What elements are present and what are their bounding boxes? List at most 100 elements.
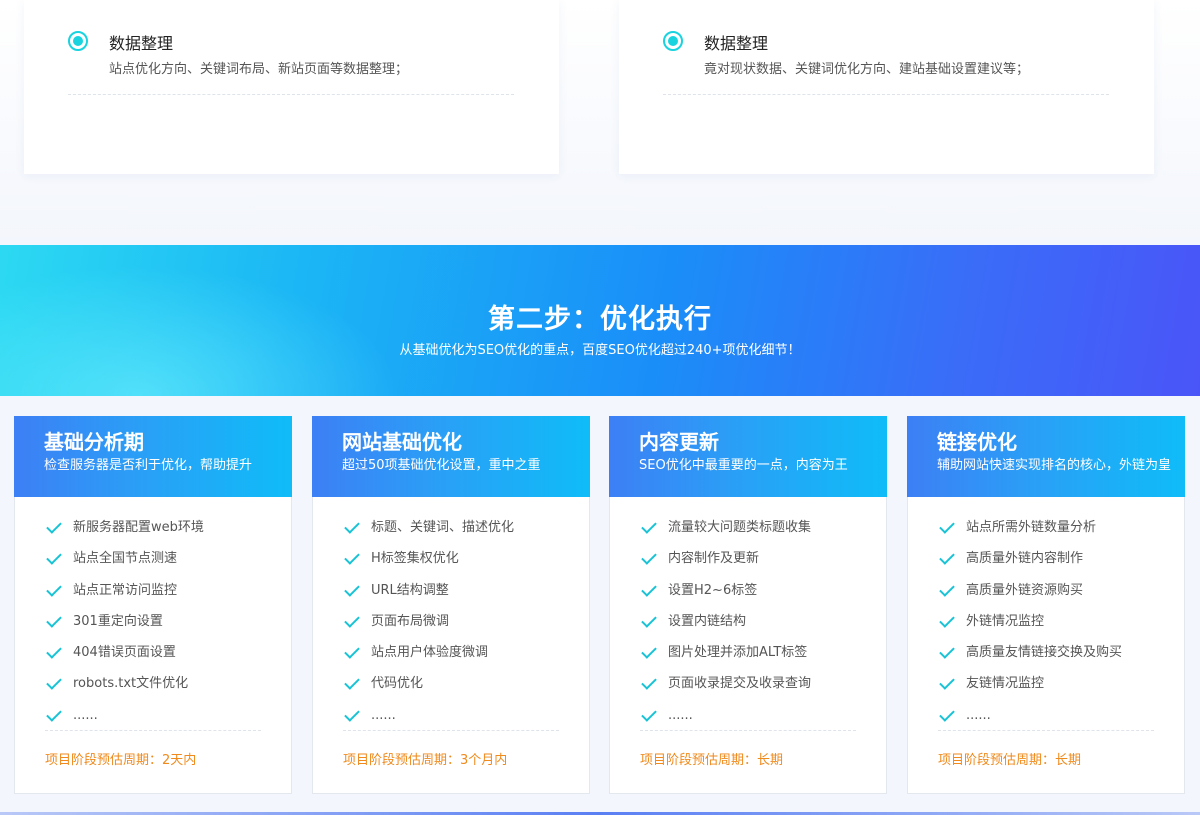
top-card-title: 数据整理 xyxy=(704,34,769,53)
list-item-label: ...... xyxy=(668,707,693,723)
radio-selected-icon xyxy=(663,31,683,51)
step-card-site-basic-optimization: 网站基础优化 超过50项基础优化设置，重中之重 标题、关键词、描述优化 H标签集… xyxy=(312,416,590,794)
step-card-basic-analysis: 基础分析期 检查服务器是否利于优化，帮助提升 新服务器配置web环境 站点全国节… xyxy=(14,416,292,794)
card-subtitle: 超过50项基础优化设置，重中之重 xyxy=(342,458,541,473)
list-item-label: 站点所需外链数量分析 xyxy=(966,520,1097,535)
list-item: 新服务器配置web环境 xyxy=(45,517,265,548)
check-icon xyxy=(46,674,62,691)
list-item-label: 高质量友情链接交换及购买 xyxy=(966,645,1123,661)
card-subtitle: 辅助网站快速实现排名的核心，外链为皇 xyxy=(937,458,1172,473)
top-card-desc: 站点优化方向、关键词布局、新站页面等数据整理； xyxy=(109,62,409,77)
list-item-label: 设置内链结构 xyxy=(668,613,747,629)
top-card-2: 数据整理 竟对现状数据、关键词优化方向、建站基础设置建议等； xyxy=(619,0,1154,174)
check-icon xyxy=(641,643,657,659)
list-item-label: 外链情况监控 xyxy=(966,613,1045,629)
list-item-label: 404错误页面设置 xyxy=(73,645,176,661)
card-period: 项目阶段预估周期：长期 xyxy=(938,753,1082,768)
check-icon xyxy=(939,674,955,691)
list-item: 外链情况监控 xyxy=(938,611,1158,642)
check-icon xyxy=(344,580,360,597)
check-icon xyxy=(939,580,955,597)
list-item: ...... xyxy=(938,705,1158,736)
list-item: 设置H2~6标签 xyxy=(640,580,860,611)
check-icon xyxy=(344,518,360,534)
list-item-label: 站点正常访问监控 xyxy=(73,582,178,598)
check-icon xyxy=(344,612,360,628)
top-card-desc: 竟对现状数据、关键词优化方向、建站基础设置建议等； xyxy=(704,62,1030,77)
list-item: 设置内链结构 xyxy=(640,611,860,642)
list-item: 图片处理并添加ALT标签 xyxy=(640,642,860,673)
list-item: 友链情况监控 xyxy=(938,673,1158,704)
check-icon xyxy=(46,643,62,659)
check-icon xyxy=(641,549,657,566)
card-title: 基础分析期 xyxy=(44,430,144,454)
card-header: 链接优化 辅助网站快速实现排名的核心，外链为皇 xyxy=(907,416,1185,497)
list-item: 高质量外链资源购买 xyxy=(938,580,1158,611)
banner-title: 第二步：优化执行 xyxy=(488,304,712,335)
list-item: 高质量外链内容制作 xyxy=(938,548,1158,579)
card-item-list: 标题、关键词、描述优化 H标签集权优化 URL结构调整 页面布局微调 站点用户体… xyxy=(343,517,563,736)
card-header: 网站基础优化 超过50项基础优化设置，重中之重 xyxy=(312,416,590,497)
list-item: 流量较大问题类标题收集 xyxy=(640,517,860,548)
list-item-label: H标签集权优化 xyxy=(371,551,459,567)
list-item: 页面收录提交及收录查询 xyxy=(640,673,860,704)
check-icon xyxy=(46,706,62,722)
card-title: 网站基础优化 xyxy=(342,430,462,454)
list-item-label: robots.txt文件优化 xyxy=(73,676,189,692)
list-item-label: ...... xyxy=(966,707,991,723)
list-item-label: 友链情况监控 xyxy=(966,676,1045,692)
list-item-label: 高质量外链资源购买 xyxy=(966,582,1084,598)
list-item: ...... xyxy=(45,705,265,736)
check-icon xyxy=(939,518,955,534)
list-item: 标题、关键词、描述优化 xyxy=(343,517,563,548)
card-subtitle: SEO优化中最重要的一点，内容为王 xyxy=(639,458,848,473)
list-item-label: 站点用户体验度微调 xyxy=(371,645,489,661)
check-icon xyxy=(939,643,955,659)
top-card-1: 数据整理 站点优化方向、关键词布局、新站页面等数据整理； xyxy=(24,0,559,174)
list-item-label: 图片处理并添加ALT标签 xyxy=(668,645,808,661)
divider xyxy=(640,730,856,731)
check-icon xyxy=(641,612,657,628)
card-period: 项目阶段预估周期：2天内 xyxy=(45,753,197,768)
list-item-label: ...... xyxy=(73,707,98,723)
check-icon xyxy=(641,706,657,722)
divider xyxy=(45,730,261,731)
card-title: 内容更新 xyxy=(639,430,719,454)
list-item-label: 站点全国节点测速 xyxy=(73,551,178,567)
list-item-label: URL结构调整 xyxy=(371,582,449,598)
check-icon xyxy=(939,549,955,566)
list-item: ...... xyxy=(343,705,563,736)
list-item: 404错误页面设置 xyxy=(45,642,265,673)
card-subtitle: 检查服务器是否利于优化，帮助提升 xyxy=(44,458,253,473)
list-item-label: 页面收录提交及收录查询 xyxy=(668,676,812,692)
list-item-label: 新服务器配置web环境 xyxy=(73,520,204,535)
list-item: URL结构调整 xyxy=(343,580,563,611)
check-icon xyxy=(344,549,360,566)
check-icon xyxy=(344,643,360,659)
list-item: 301重定向设置 xyxy=(45,611,265,642)
check-icon xyxy=(939,612,955,628)
card-header: 内容更新 SEO优化中最重要的一点，内容为王 xyxy=(609,416,887,497)
list-item: 站点用户体验度微调 xyxy=(343,642,563,673)
divider xyxy=(343,730,559,731)
check-icon xyxy=(641,580,657,597)
divider xyxy=(68,94,514,95)
list-item-label: 内容制作及更新 xyxy=(668,551,760,567)
card-title: 链接优化 xyxy=(937,430,1017,454)
list-item-label: 流量较大问题类标题收集 xyxy=(668,520,812,535)
check-icon xyxy=(939,706,955,722)
list-item-label: 标题、关键词、描述优化 xyxy=(371,520,515,535)
check-icon xyxy=(46,549,62,566)
step-card-content-update: 内容更新 SEO优化中最重要的一点，内容为王 流量较大问题类标题收集 内容制作及… xyxy=(609,416,887,794)
list-item: ...... xyxy=(640,705,860,736)
step-card-link-optimization: 链接优化 辅助网站快速实现排名的核心，外链为皇 站点所需外链数量分析 高质量外链… xyxy=(907,416,1185,794)
card-item-list: 流量较大问题类标题收集 内容制作及更新 设置H2~6标签 设置内链结构 图片处理… xyxy=(640,517,860,736)
list-item: 站点所需外链数量分析 xyxy=(938,517,1158,548)
list-item-label: 设置H2~6标签 xyxy=(668,582,758,598)
check-icon xyxy=(641,518,657,534)
card-item-list: 新服务器配置web环境 站点全国节点测速 站点正常访问监控 301重定向设置 4… xyxy=(45,517,265,736)
card-item-list: 站点所需外链数量分析 高质量外链内容制作 高质量外链资源购买 外链情况监控 高质… xyxy=(938,517,1158,736)
check-icon xyxy=(46,612,62,628)
list-item: H标签集权优化 xyxy=(343,548,563,579)
banner-subtitle: 从基础优化为SEO优化的重点，百度SEO优化超过240+项优化细节！ xyxy=(399,343,801,358)
